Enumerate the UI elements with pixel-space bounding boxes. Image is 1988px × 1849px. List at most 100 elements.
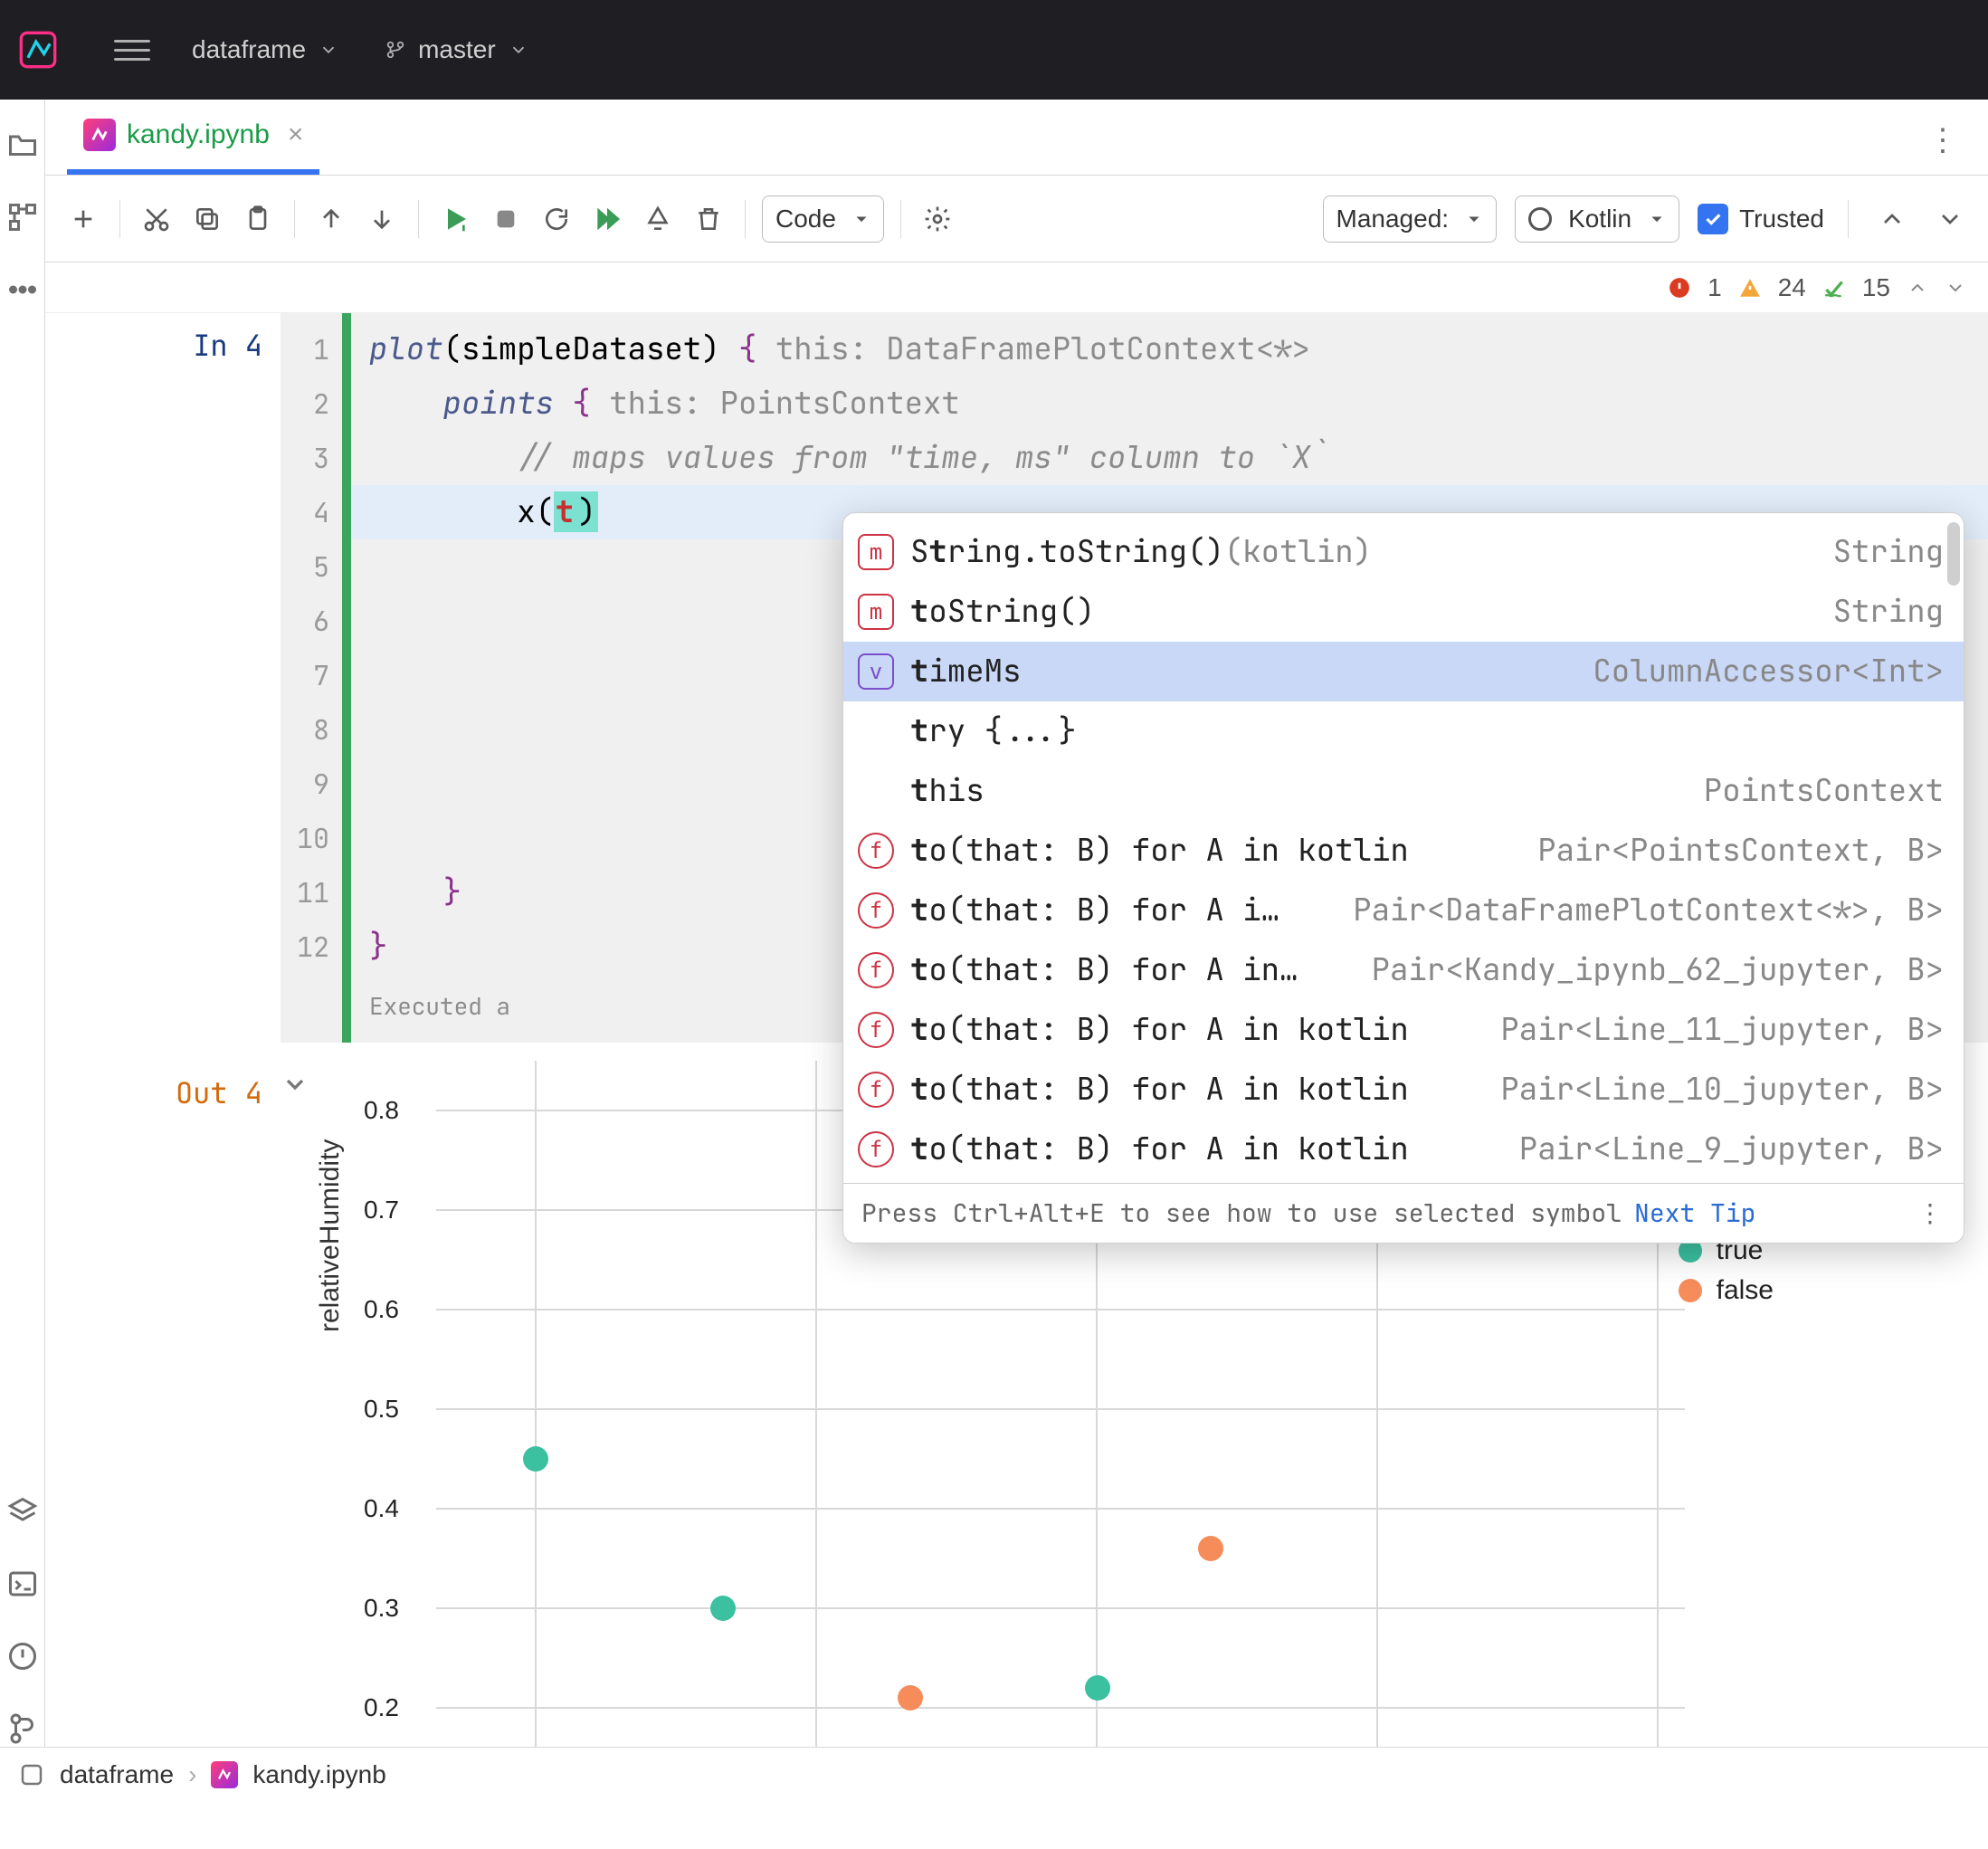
completion-item[interactable]: fto(that: B) for A in kotlinPair<Line_10…: [843, 1060, 1964, 1120]
completion-item[interactable]: fto(that: B) for A in kotlinPair<Line_8_…: [843, 1179, 1964, 1183]
code-token: t: [556, 491, 574, 532]
project-icon: [18, 1761, 45, 1788]
code-token: x: [369, 491, 536, 532]
problems-icon[interactable]: [5, 1638, 41, 1674]
breadcrumb-separator: ›: [188, 1760, 196, 1789]
terminal-icon[interactable]: [5, 1566, 41, 1602]
clear-outputs-button[interactable]: [638, 199, 678, 239]
completion-item[interactable]: fto(that: B) for A in kotlinPair<PointsC…: [843, 821, 1964, 881]
completion-text: toString(): [910, 585, 1817, 639]
code-token: (: [536, 491, 554, 532]
structure-icon[interactable]: [5, 199, 41, 235]
completion-item[interactable]: mString.toString() (kotlin)String: [843, 522, 1964, 582]
restart-button[interactable]: [537, 199, 576, 239]
tab-filename: kandy.ipynb: [127, 119, 270, 150]
code-token: (simpleDataset): [443, 329, 738, 369]
completion-return-type: Pair<DataFramePlotContext<*>, B>: [1353, 883, 1944, 938]
scrollbar-thumb[interactable]: [1947, 522, 1960, 586]
legend-swatch: [1679, 1279, 1702, 1302]
kernel-dropdown[interactable]: Kotlin: [1515, 195, 1679, 243]
line-number: 8: [281, 702, 329, 757]
run-cell-button[interactable]: [435, 199, 475, 239]
add-cell-button[interactable]: [63, 199, 103, 239]
chevron-up-icon[interactable]: [1907, 277, 1928, 299]
folder-icon[interactable]: [5, 127, 41, 163]
completion-text: to(that: B) for A in…: [910, 943, 1355, 997]
separator: [294, 200, 295, 238]
footer-hint: Press Ctrl+Alt+E to see how to use selec…: [861, 1187, 1622, 1241]
expand-down-button[interactable]: [1930, 199, 1970, 239]
error-icon[interactable]: [1668, 276, 1691, 300]
completion-kind-icon: f: [858, 1131, 894, 1168]
legend-label: false: [1717, 1275, 1774, 1306]
line-number: 10: [281, 811, 329, 865]
code-comment: // maps values from "time, ms" column to…: [369, 437, 1329, 478]
next-tip-link[interactable]: Next Tip: [1634, 1187, 1755, 1241]
services-icon[interactable]: [5, 1493, 41, 1530]
line-number: 12: [281, 920, 329, 974]
trusted-toggle[interactable]: Trusted: [1698, 204, 1824, 234]
completion-item[interactable]: fto(that: B) for A in…Pair<Kandy_ipynb_6…: [843, 940, 1964, 1000]
warning-icon[interactable]: [1738, 276, 1762, 300]
paste-button[interactable]: [238, 199, 278, 239]
cell-type-dropdown[interactable]: Code: [762, 195, 884, 243]
data-point: [1198, 1536, 1223, 1561]
close-icon[interactable]: ×: [288, 119, 304, 150]
run-all-button[interactable]: [587, 199, 627, 239]
breadcrumb-project[interactable]: dataframe: [60, 1760, 174, 1789]
separator: [418, 200, 419, 238]
data-point: [898, 1685, 923, 1711]
kernel-label: Kotlin: [1568, 205, 1631, 234]
version-control-icon[interactable]: [5, 1711, 41, 1747]
code-token: {: [738, 329, 756, 369]
separator: [900, 200, 901, 238]
vcs-branch-dropdown[interactable]: master: [380, 28, 534, 71]
code-token: }: [369, 872, 461, 912]
delete-cell-button[interactable]: [689, 199, 728, 239]
completion-text: to(that: B) for A in kotlin: [910, 1003, 1484, 1057]
code-token: plot: [369, 329, 443, 369]
cut-button[interactable]: [137, 199, 176, 239]
completion-item[interactable]: fto(that: B) for A in kotlinPair<Line_11…: [843, 1000, 1964, 1060]
completion-item[interactable]: fto(that: B) for A in kotlinPair<Line_9_…: [843, 1120, 1964, 1179]
tab-kandy[interactable]: kandy.ipynb ×: [67, 106, 319, 175]
inspection-status: 1 24 15: [45, 262, 1988, 313]
completion-item[interactable]: try {...}: [843, 701, 1964, 761]
move-cell-down-button[interactable]: [362, 199, 402, 239]
stop-button[interactable]: [486, 199, 526, 239]
chevron-down-icon[interactable]: [1945, 277, 1966, 299]
completion-return-type: Pair<PointsContext, B>: [1537, 824, 1944, 878]
notebook-settings-button[interactable]: [918, 199, 957, 239]
code-editor[interactable]: plot(simpleDataset) { this: DataFramePlo…: [351, 313, 1988, 1043]
line-number: 6: [281, 594, 329, 648]
notebook-area: In 4 123456789101112 plot(simpleDataset)…: [45, 313, 1988, 1747]
more-icon[interactable]: [5, 272, 41, 308]
completion-return-type: Pair<Line_11_jupyter, B>: [1500, 1003, 1944, 1057]
tab-options-icon[interactable]: ⋮: [1927, 122, 1988, 175]
cell-type-label: Code: [775, 205, 836, 234]
completion-item[interactable]: mtoString()String: [843, 582, 1964, 642]
completion-item[interactable]: vtimeMsColumnAccessor<Int>: [843, 642, 1964, 701]
main-menu-icon[interactable]: [114, 32, 150, 68]
code-token: {: [554, 383, 591, 424]
breadcrumb: dataframe › kandy.ipynb: [0, 1747, 1988, 1801]
completion-item[interactable]: thisPointsContext: [843, 761, 1964, 821]
move-cell-up-button[interactable]: [311, 199, 351, 239]
collapse-output-icon[interactable]: [281, 1070, 309, 1099]
completion-text: timeMs: [910, 644, 1576, 699]
completion-list[interactable]: mString.toString() (kotlin)StringmtoStri…: [843, 513, 1964, 1183]
breadcrumb-file[interactable]: kandy.ipynb: [252, 1760, 385, 1789]
expand-up-button[interactable]: [1872, 199, 1912, 239]
data-point: [1085, 1675, 1110, 1701]
project-dropdown[interactable]: dataframe: [186, 28, 344, 71]
typo-icon[interactable]: [1822, 276, 1846, 300]
completion-kind-icon: f: [858, 1072, 894, 1108]
error-count: 1: [1707, 273, 1722, 302]
separator: [745, 200, 746, 238]
inlay-hint: this: PointsContext: [591, 383, 960, 424]
completion-item[interactable]: fto(that: B) for A i…Pair<DataFramePlotC…: [843, 881, 1964, 940]
line-number: 4: [281, 485, 329, 539]
copy-button[interactable]: [187, 199, 227, 239]
managed-dropdown[interactable]: Managed:: [1323, 195, 1498, 243]
footer-more-icon[interactable]: ⋮: [1917, 1187, 1945, 1241]
